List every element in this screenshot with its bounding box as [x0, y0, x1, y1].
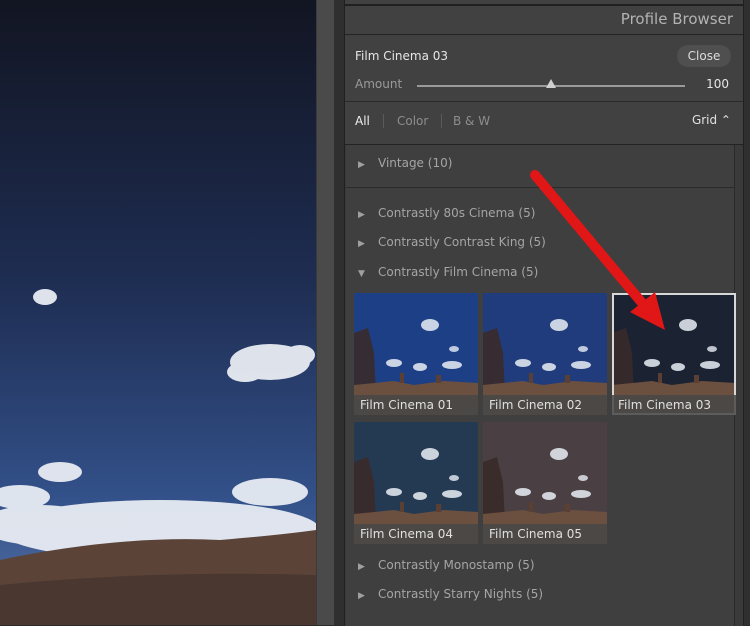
view-mode-select[interactable]: Grid ⌃: [692, 113, 731, 127]
close-button[interactable]: Close: [677, 45, 731, 67]
group-label: Contrastly Contrast King (5): [378, 235, 546, 249]
expand-arrow-icon: ▶: [358, 210, 365, 220]
group-label: Contrastly 80s Cinema (5): [378, 206, 536, 220]
filter-all[interactable]: All: [355, 114, 370, 128]
expand-arrow-icon: ▶: [358, 160, 365, 170]
group-separator: [346, 187, 734, 188]
group-contrast-king[interactable]: ▶ Contrastly Contrast King (5): [358, 234, 546, 250]
filter-separator: [441, 114, 442, 128]
panel-divider[interactable]: [316, 0, 335, 625]
amount-label: Amount: [355, 77, 403, 91]
filter-bw[interactable]: B & W: [453, 114, 490, 128]
filter-bar: All Color B & W Grid ⌃: [345, 101, 743, 143]
panel-top-border: [345, 4, 743, 6]
group-vintage[interactable]: ▶ Vintage (10): [358, 155, 452, 171]
group-label: Vintage (10): [378, 156, 453, 170]
amount-value: 100: [706, 77, 729, 91]
selected-profile-name: Film Cinema 03: [355, 49, 449, 63]
profile-thumbnail[interactable]: Film Cinema 03: [612, 293, 736, 415]
expand-arrow-icon: ▶: [358, 562, 365, 572]
group-starry-nights[interactable]: ▶ Contrastly Starry Nights (5): [358, 586, 543, 602]
thumbnail-label: Film Cinema 03: [612, 395, 736, 415]
thumbnail-label: Film Cinema 05: [483, 524, 607, 544]
expand-arrow-icon: ▶: [358, 239, 365, 249]
profile-thumbnail[interactable]: Film Cinema 02: [483, 293, 607, 415]
photo-preview: [0, 0, 316, 625]
profile-header: Film Cinema 03 Close Amount 100: [345, 34, 743, 102]
filter-separator: [383, 114, 384, 128]
group-label: Contrastly Starry Nights (5): [378, 587, 544, 601]
profile-thumbnail[interactable]: Film Cinema 05: [483, 422, 607, 544]
collapse-arrow-icon: ▼: [358, 269, 365, 279]
group-film-cinema[interactable]: ▼ Contrastly Film Cinema (5): [358, 264, 538, 280]
thumbnail-label: Film Cinema 04: [354, 524, 478, 544]
profile-thumbnail[interactable]: Film Cinema 04: [354, 422, 478, 544]
thumbnail-label: Film Cinema 02: [483, 395, 607, 415]
profile-list: ▶ Vintage (10) ▶ Contrastly 80s Cinema (5)…: [345, 144, 743, 626]
expand-arrow-icon: ▶: [358, 591, 365, 601]
thumbnail-label: Film Cinema 01: [354, 395, 478, 415]
amount-slider-thumb[interactable]: [546, 79, 556, 88]
profile-browser-panel: Profile Browser Film Cinema 03 Close Amo…: [334, 0, 750, 626]
group-label: Contrastly Monostamp (5): [378, 558, 535, 572]
filter-color[interactable]: Color: [397, 114, 428, 128]
group-label: Contrastly Film Cinema (5): [378, 265, 539, 279]
group-80s-cinema[interactable]: ▶ Contrastly 80s Cinema (5): [358, 205, 535, 221]
group-monostamp[interactable]: ▶ Contrastly Monostamp (5): [358, 557, 535, 573]
profile-thumbnail[interactable]: Film Cinema 01: [354, 293, 478, 415]
panel-title: Profile Browser: [620, 10, 733, 28]
